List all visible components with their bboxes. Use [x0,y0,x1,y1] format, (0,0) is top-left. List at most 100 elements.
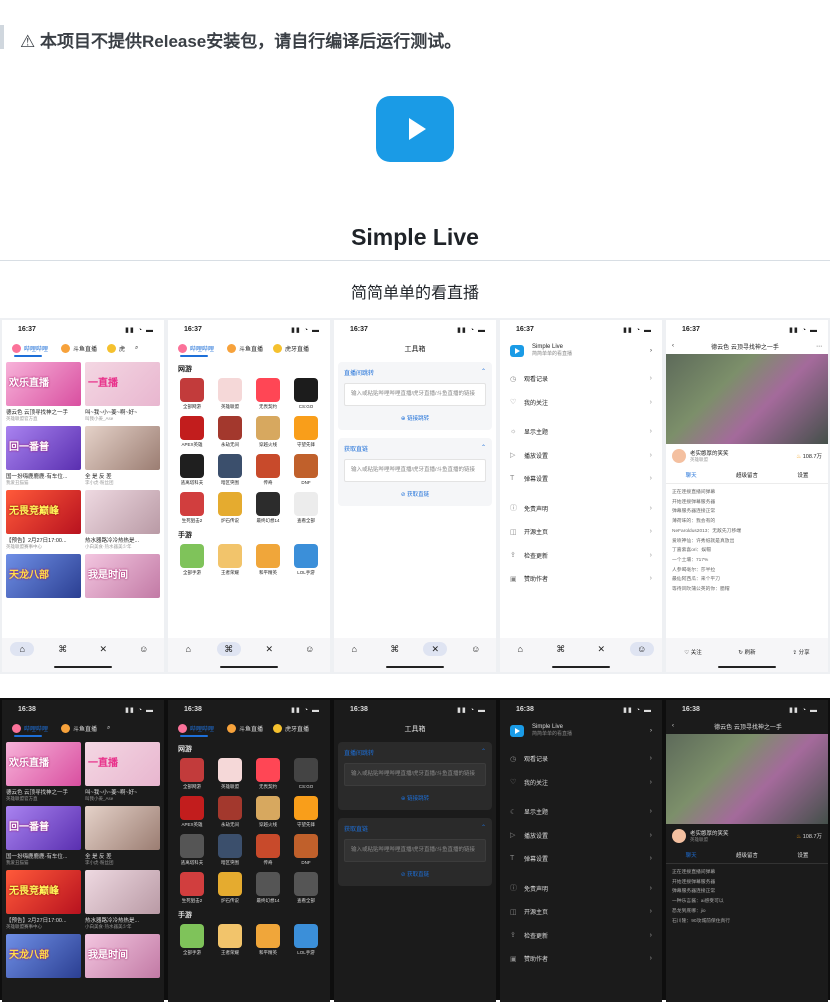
category-item[interactable]: 生死狙击2 [174,872,210,904]
home-icon[interactable]: ⌂ [10,642,35,656]
category-item[interactable]: 全部网游 [174,758,210,790]
tab-super-chat[interactable]: 超级留言 [736,471,758,479]
tab-bilibili[interactable]: 哔哩哔哩 [178,343,217,353]
category-item[interactable]: 全部手游 [174,924,210,956]
menu-danmaku-settings[interactable]: T 弹幕设置 › [500,467,662,491]
category-icon[interactable]: ⌘ [383,642,407,656]
tab-settings[interactable]: 设置 [797,471,808,479]
live-card[interactable]: 热水器路冷冷热热是... 小白美食·热水器美少年 [85,870,160,930]
menu-update[interactable]: ⇪ 检查更新 › [500,924,662,948]
category-item[interactable]: CS:GO [288,378,324,410]
video-player[interactable] [666,734,828,824]
user-icon[interactable]: ☺ [464,642,488,656]
category-item[interactable]: 最终幻想14 [250,492,286,524]
menu-follow[interactable]: ♡ 我的关注 › [500,771,662,795]
menu-play-settings[interactable]: ▷ 播放设置 › [500,824,662,848]
more-icon[interactable]: ⋯ [816,343,822,350]
chevron-up-icon[interactable]: ⌃ [481,368,486,377]
live-card[interactable]: 回一番普 国一扮嗨鹿鹿鹿·有车位... 我爱丑猫猫 [6,426,81,486]
search-icon[interactable]: ⌕ [135,345,138,352]
category-item[interactable]: 无畏契约 [250,758,286,790]
menu-history[interactable]: ◷ 观看记录 › [500,367,662,391]
about-app-row[interactable]: Simple Live 简简单单的看直播 › [500,718,662,747]
tab-chat[interactable]: 聊天 [686,471,697,479]
category-item[interactable]: 王者荣耀 [212,544,248,576]
category-icon[interactable]: ⌘ [51,642,75,656]
search-icon[interactable]: ⌕ [107,725,110,732]
tab-chat[interactable]: 聊天 [686,851,697,859]
category-item[interactable]: 全部手游 [174,544,210,576]
category-item[interactable]: LOL手游 [288,924,324,956]
back-icon[interactable]: ‹ [672,723,674,729]
live-card[interactable]: 无畏竞巅峰 【预告】2月27日17:00... 英雄联盟赛事中心 [6,490,81,550]
live-card[interactable]: 全 是 反 差李小虎·粉丝团 [85,426,160,486]
tab-bilibili[interactable]: 哔哩哔哩 [12,343,51,353]
live-card[interactable]: 我是时间 [85,554,160,598]
tools-icon[interactable]: ✕ [423,642,448,656]
tab-settings[interactable]: 设置 [797,851,808,859]
category-item[interactable]: 无畏契约 [250,378,286,410]
category-item[interactable]: 全部网游 [174,378,210,410]
live-card[interactable]: 全 是 反 差李小虎·粉丝团 [85,806,160,866]
menu-play-settings[interactable]: ▷ 播放设置 › [500,444,662,468]
tab-douyu[interactable]: 斗鱼直播 [227,723,263,733]
follow-button[interactable]: ♡ 关注 [673,646,713,660]
get-link-button[interactable]: ⊘ 获取直链 [344,490,486,498]
tools-icon[interactable]: ✕ [589,642,613,656]
category-item[interactable]: 逃离塔科夫 [174,454,210,486]
home-icon[interactable]: ⌂ [176,642,200,656]
room-link-input[interactable]: 输入或粘贴哔哩哔哩直播/虎牙直播/斗鱼直播的链接 [344,763,486,786]
avatar[interactable] [672,829,686,843]
direct-link-input[interactable]: 输入或粘贴哔哩哔哩直播/虎牙直播/斗鱼直播的链接 [344,459,486,482]
category-item[interactable]: 穿越火线 [250,796,286,828]
category-icon[interactable]: ⌘ [549,642,573,656]
category-item[interactable]: CS:GO [288,758,324,790]
live-card[interactable]: 欢乐直播 德云色 云顶寻找神之一手 英雄联盟官方直 [6,362,81,422]
category-item[interactable]: 永劫无间 [212,796,248,828]
category-item[interactable]: APEX英雄 [174,796,210,828]
tab-douyu[interactable]: 斗鱼直播 [227,343,263,353]
live-card[interactable]: 一直播 叫~我~小~姜~啊~好~ 叫我小姜_Ase [85,362,160,422]
menu-theme[interactable]: ☾ 显示主题 › [500,800,662,824]
direct-link-input[interactable]: 输入或粘贴哔哩哔哩直播/虎牙直播/斗鱼直播的链接 [344,839,486,862]
menu-disclaimer[interactable]: ⓘ 免责声明 › [500,497,662,521]
menu-update[interactable]: ⇪ 检查更新 › [500,544,662,568]
live-card[interactable]: 天龙八部 [6,554,81,598]
home-icon[interactable]: ⌂ [342,642,366,656]
chevron-up-icon[interactable]: ⌃ [481,824,486,833]
category-item[interactable]: DNF [288,454,324,486]
category-item[interactable]: 生死狙击2 [174,492,210,524]
home-icon[interactable]: ⌂ [508,642,532,656]
category-icon[interactable]: ⌘ [216,642,241,656]
category-item[interactable]: 守望先锋 [288,796,324,828]
tab-douyu[interactable]: 斗鱼直播 [61,343,97,353]
menu-sponsor[interactable]: ▣ 赞助作者 › [500,567,662,591]
live-card[interactable]: 天龙八部 [6,934,81,978]
category-item[interactable]: 查看全部 [288,492,324,524]
menu-open-source[interactable]: ◫ 开源主页 › [500,520,662,544]
category-item[interactable]: 传奇 [250,834,286,866]
user-icon[interactable]: ☺ [132,642,156,656]
chevron-up-icon[interactable]: ⌃ [481,748,486,757]
category-item[interactable]: 传奇 [250,454,286,486]
category-item[interactable]: 穿越火线 [250,416,286,448]
category-item[interactable]: 英雄联盟 [212,378,248,410]
about-app-row[interactable]: Simple Live 简简单单的看直播 › [500,338,662,367]
avatar[interactable] [672,449,686,463]
tab-douyu[interactable]: 斗鱼直播 [61,723,97,733]
room-link-input[interactable]: 输入或粘贴哔哩哔哩直播/虎牙直播/斗鱼直播的链接 [344,383,486,406]
link-jump-button[interactable]: ⊕ 链接跳转 [344,414,486,422]
tab-super-chat[interactable]: 超级留言 [736,851,758,859]
back-icon[interactable]: ‹ [672,343,674,349]
menu-open-source[interactable]: ◫ 开源主页 › [500,900,662,924]
live-card[interactable]: 欢乐直播 德云色 云顶寻找神之一手 英雄联盟官方直 [6,742,81,802]
menu-history[interactable]: ◷ 观看记录 › [500,747,662,771]
get-link-button[interactable]: ⊘ 获取直链 [344,870,486,878]
category-item[interactable]: APEX英雄 [174,416,210,448]
category-item[interactable]: 逃离塔科夫 [174,834,210,866]
category-item[interactable]: 炉石传说 [212,872,248,904]
category-item[interactable]: 暗区突围 [212,834,248,866]
category-item[interactable]: LOL手游 [288,544,324,576]
chevron-up-icon[interactable]: ⌃ [481,444,486,453]
category-item[interactable]: 守望先锋 [288,416,324,448]
